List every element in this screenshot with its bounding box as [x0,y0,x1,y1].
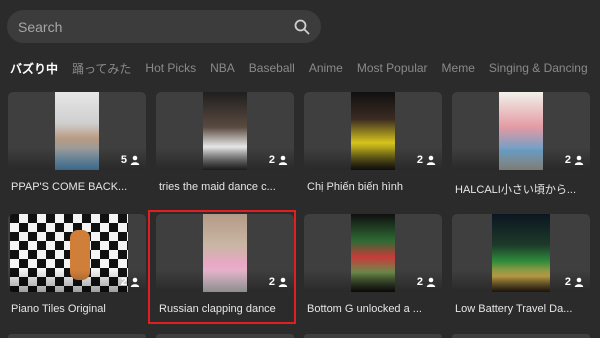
tab-anime[interactable]: Anime [309,61,343,75]
search-bar[interactable] [7,10,321,43]
person-icon [130,277,140,287]
tab-baseball[interactable]: Baseball [249,61,295,75]
player-count: 2 [565,154,584,166]
video-thumbnail[interactable]: 2 [452,214,590,292]
video-title[interactable]: HALCALI小さい頃から... [455,181,591,197]
player-count: 2 [269,276,288,288]
video-title[interactable]: tries the maid dance c... [159,181,295,193]
player-count: 2 [121,276,140,288]
video-thumbnail[interactable]: 2 [304,92,442,170]
person-icon [130,155,140,165]
video-title[interactable]: Low Battery Travel Da... [455,303,591,315]
tab-singing-dancing[interactable]: Singing & Dancing [489,61,588,75]
app-window: バズり中 踊ってみた Hot Picks NBA Baseball Anime … [0,0,600,338]
video-thumbnail[interactable]: 2 [452,92,590,170]
person-icon [278,155,288,165]
search-icon[interactable] [293,18,311,36]
video-thumbnail[interactable]: 2 [156,92,294,170]
tab-most-popular[interactable]: Most Popular [357,61,428,75]
tab-trending[interactable]: バズり中 [10,60,58,77]
player-count: 5 [121,154,140,166]
tab-meme[interactable]: Meme [442,61,475,75]
person-icon [426,277,436,287]
category-tabs: バズり中 踊ってみた Hot Picks NBA Baseball Anime … [10,58,600,78]
person-icon [426,155,436,165]
player-count: 2 [269,154,288,166]
video-title[interactable]: Russian clapping dance [159,303,295,315]
video-thumbnail[interactable]: 2 [304,214,442,292]
video-title[interactable]: PPAP'S COME BACK... [11,181,147,193]
video-title[interactable]: Piano Tiles Original [11,303,147,315]
video-thumbnail[interactable]: 2 [156,214,294,292]
search-input[interactable] [18,18,293,35]
video-thumbnail[interactable]: 2 [8,214,146,292]
next-row-partial [0,334,600,338]
tab-hot-picks[interactable]: Hot Picks [145,61,196,75]
player-count: 2 [565,276,584,288]
tab-nba[interactable]: NBA [210,61,235,75]
video-thumbnail[interactable]: 5 [8,92,146,170]
person-icon [574,155,584,165]
player-count: 2 [417,154,436,166]
person-icon [574,277,584,287]
tab-odottemita[interactable]: 踊ってみた [72,60,131,77]
video-title[interactable]: Bottom G unlocked a ... [307,303,443,315]
person-icon [278,277,288,287]
player-count: 2 [417,276,436,288]
video-title[interactable]: Chị Phiến biến hình [307,181,443,193]
